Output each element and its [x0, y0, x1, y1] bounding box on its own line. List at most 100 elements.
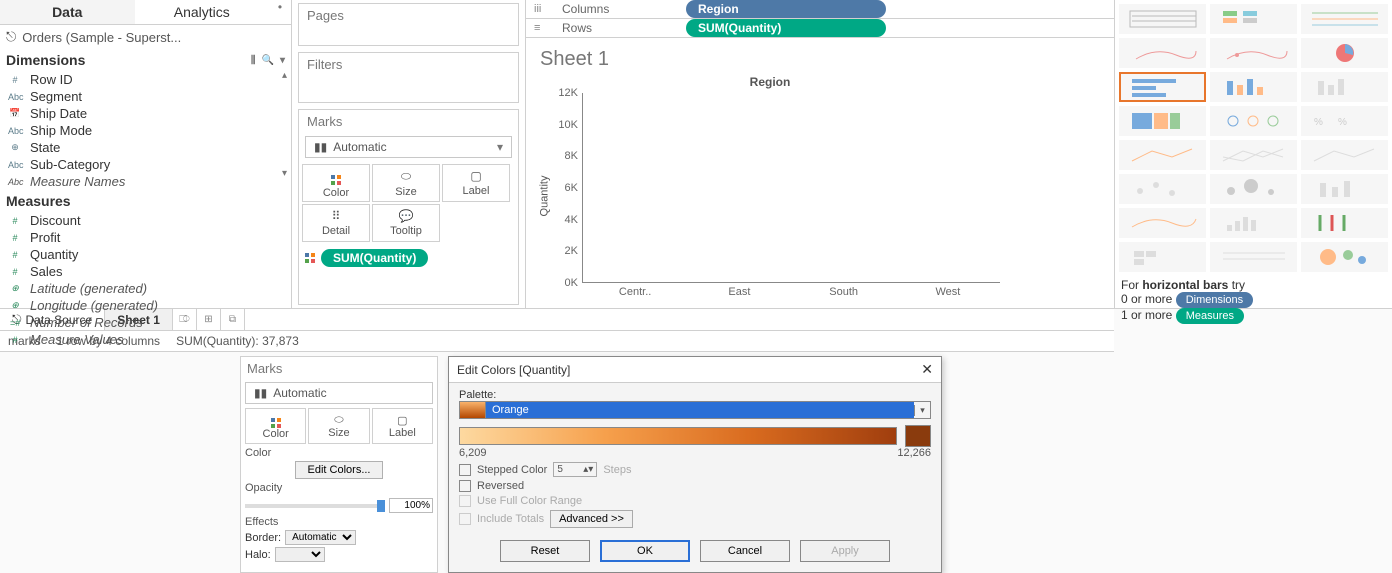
label-icon: ▢ — [397, 414, 407, 427]
show-me-thumb-9[interactable] — [1119, 106, 1206, 136]
show-me-thumb-1[interactable] — [1210, 4, 1297, 34]
measure-field[interactable]: #Sales — [8, 263, 291, 280]
rows-pill-sum-quantity[interactable]: SUM(Quantity) — [686, 19, 886, 37]
scroll-up-icon[interactable]: ▴ — [282, 70, 287, 81]
full-range-label: Use Full Color Range — [477, 495, 582, 507]
mark-label-button[interactable]: ▢Label — [442, 164, 510, 202]
mark-type-label-2: Automatic — [273, 386, 326, 400]
show-me-thumb-8[interactable] — [1301, 72, 1388, 102]
field-type-icon: =# — [8, 318, 22, 328]
show-me-thumb-15[interactable] — [1119, 174, 1206, 204]
show-me-thumb-2[interactable] — [1301, 4, 1388, 34]
show-me-thumb-18[interactable] — [1119, 208, 1206, 238]
edit-colors-button[interactable]: Edit Colors... — [295, 461, 384, 479]
rows-shelf[interactable]: ≡ Rows SUM(Quantity) — [526, 19, 1114, 38]
tab-close[interactable]: • — [269, 0, 291, 24]
filters-shelf[interactable]: Filters — [299, 53, 518, 76]
marks-card2-title: Marks — [241, 357, 437, 380]
measure-field[interactable]: ⊕Latitude (generated) — [8, 280, 291, 297]
y-tick: 2K — [544, 245, 578, 257]
dimension-field[interactable]: AbcSegment — [8, 88, 291, 105]
color-end-swatch[interactable] — [905, 425, 931, 447]
mark-type-dropdown[interactable]: ▮▮ Automatic ▾ — [305, 136, 512, 158]
mark-type-dropdown-2[interactable]: ▮▮ Automatic — [245, 382, 433, 404]
advanced-button[interactable]: Advanced >> — [550, 510, 633, 528]
show-me-thumb-0[interactable] — [1119, 4, 1206, 34]
opacity-slider[interactable] — [245, 504, 385, 508]
field-type-icon: Abc — [8, 126, 22, 136]
show-me-thumb-22[interactable] — [1210, 242, 1297, 272]
mark2-color-button[interactable]: Color — [245, 408, 306, 444]
columns-pill-region[interactable]: Region — [686, 0, 886, 18]
color-pill[interactable]: SUM(Quantity) — [321, 249, 428, 267]
show-me-thumb-14[interactable] — [1301, 140, 1388, 170]
measure-field[interactable]: =#Number of Records — [8, 314, 291, 331]
columns-shelf[interactable]: iii Columns Region — [526, 0, 1114, 19]
show-me-thumb-7[interactable] — [1210, 72, 1297, 102]
mark-size-button[interactable]: ⬭Size — [372, 164, 440, 202]
cancel-button[interactable]: Cancel — [700, 540, 790, 562]
dimension-field[interactable]: ⊕State — [8, 139, 291, 156]
dataset-name[interactable]: ⎋ Orders (Sample - Superst... — [0, 25, 291, 49]
mark2-size-button[interactable]: ⬭Size — [308, 408, 369, 444]
show-me-thumb-10[interactable] — [1210, 106, 1297, 136]
show-me-thumb-13[interactable] — [1210, 140, 1297, 170]
measure-field[interactable]: #Quantity — [8, 246, 291, 263]
dimension-field[interactable]: 📅Ship Date — [8, 105, 291, 122]
field-label: Latitude (generated) — [30, 281, 147, 296]
border-select[interactable]: Automatic — [285, 530, 356, 545]
scroll-down-icon[interactable]: ▾ — [282, 168, 287, 179]
automatic-mark-icon: ▮▮ — [254, 386, 267, 400]
mark2-label-button[interactable]: ▢Label — [372, 408, 433, 444]
show-me-thumb-3[interactable] — [1119, 38, 1206, 68]
measure-field[interactable]: ⊕Longitude (generated) — [8, 297, 291, 314]
close-icon[interactable]: ✕ — [921, 361, 933, 378]
apply-button[interactable]: Apply — [800, 540, 890, 562]
mark-button-label: Detail — [322, 225, 350, 237]
measure-field[interactable]: #Measure Values — [8, 331, 291, 348]
mark-detail-button[interactable]: ⠿Detail — [302, 204, 370, 242]
show-me-thumb-17[interactable] — [1301, 174, 1388, 204]
show-me-thumb-19[interactable] — [1210, 208, 1297, 238]
sheet-title[interactable]: Sheet 1 — [540, 44, 1100, 75]
show-me-thumb-23[interactable] — [1301, 242, 1388, 272]
dimensions-list: # Row IDAbcSegment📅Ship DateAbcShip Mode⊕… — [0, 71, 291, 190]
show-me-thumb-4[interactable] — [1210, 38, 1297, 68]
field-label: Row ID — [30, 72, 73, 87]
measure-field[interactable]: #Discount — [8, 212, 291, 229]
show-me-thumb-6[interactable] — [1119, 72, 1206, 102]
y-tick: 8K — [544, 150, 578, 162]
tab-analytics[interactable]: Analytics — [135, 0, 270, 24]
reset-button[interactable]: Reset — [500, 540, 590, 562]
stepped-color-checkbox[interactable] — [459, 464, 471, 476]
measure-field[interactable]: #Profit — [8, 229, 291, 246]
opacity-input[interactable] — [389, 498, 433, 513]
tab-data[interactable]: Data — [0, 0, 135, 24]
dropdown-icon[interactable]: ▾ — [280, 55, 285, 66]
show-me-thumb-20[interactable] — [1301, 208, 1388, 238]
field-type-icon: # — [8, 75, 22, 85]
show-me-thumb-21[interactable] — [1119, 242, 1206, 272]
reversed-checkbox[interactable] — [459, 480, 471, 492]
palette-dropdown[interactable]: Orange ▾ — [459, 401, 931, 419]
view-icon[interactable]: ⫼ — [251, 55, 256, 66]
dimension-field[interactable]: AbcMeasure Names — [8, 173, 291, 190]
bar-chart[interactable]: Region Quantity Centr..EastSouthWest 0K2… — [540, 75, 1000, 305]
mark-tooltip-button[interactable]: 💬Tooltip — [372, 204, 440, 242]
search-icon[interactable]: 🔍 — [262, 55, 274, 66]
show-me-thumb-16[interactable] — [1210, 174, 1297, 204]
show-me-thumb-5[interactable] — [1301, 38, 1388, 68]
tooltip-icon: 💬 — [399, 209, 414, 223]
color-gradient[interactable] — [459, 427, 897, 445]
color-section-label: Color — [245, 447, 433, 459]
dimension-field[interactable]: # Row ID — [8, 71, 291, 88]
steps-spinner[interactable]: 5▴▾ — [553, 462, 597, 477]
svg-text:%: % — [1338, 117, 1347, 128]
show-me-thumb-12[interactable] — [1119, 140, 1206, 170]
pages-shelf[interactable]: Pages — [299, 4, 518, 27]
mark-color-button[interactable]: Color — [302, 164, 370, 202]
dimension-field[interactable]: AbcSub-Category — [8, 156, 291, 173]
dimension-field[interactable]: AbcShip Mode — [8, 122, 291, 139]
ok-button[interactable]: OK — [600, 540, 690, 562]
show-me-thumb-11[interactable]: %% — [1301, 106, 1388, 136]
